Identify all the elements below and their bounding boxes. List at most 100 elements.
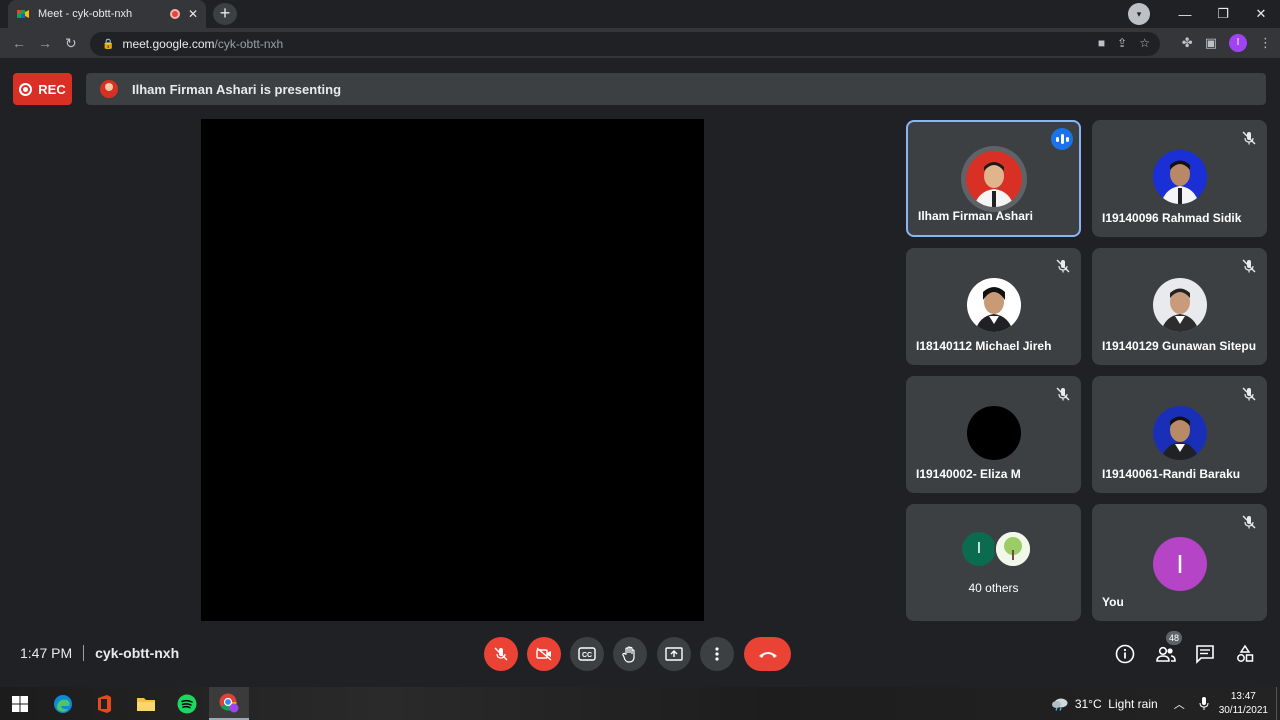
self-tile[interactable]: I You [1092, 504, 1267, 621]
close-window-button[interactable]: ✕ [1242, 6, 1280, 22]
windows-logo-icon [12, 695, 28, 712]
chat-icon [1196, 645, 1214, 664]
share-icon[interactable]: ⇪ [1117, 36, 1127, 50]
rec-label: REC [38, 81, 66, 97]
meeting-code: cyk-obtt-nxh [95, 645, 180, 661]
taskbar-file-explorer[interactable] [126, 687, 166, 720]
presenter-avatar [100, 80, 118, 98]
taskbar-edge[interactable] [43, 687, 83, 720]
presentation-view[interactable] [201, 119, 704, 621]
participant-name: I18140112 Michael Jireh [916, 339, 1052, 353]
camera-in-use-icon[interactable]: ■ [1098, 36, 1105, 50]
participant-tile[interactable]: I19140061-Randi Baraku [1092, 376, 1267, 493]
show-hidden-icons-icon[interactable]: ︿ [1174, 696, 1185, 712]
chrome-icon [219, 693, 239, 712]
minimize-button[interactable]: — [1166, 7, 1204, 22]
reload-icon[interactable]: ↻ [65, 35, 77, 52]
recording-badge: REC [13, 73, 72, 105]
taskbar-clock[interactable]: 13:47 30/11/2021 [1219, 690, 1268, 718]
people-icon [1156, 646, 1176, 662]
mic-toggle-button[interactable] [484, 637, 518, 671]
info-icon [1115, 644, 1135, 664]
hand-icon [622, 646, 635, 663]
window-controls: ▾ — ❐ ✕ [1128, 0, 1280, 28]
back-icon[interactable]: ← [12, 35, 26, 51]
mic-off-icon [1242, 259, 1256, 273]
leave-call-button[interactable] [744, 637, 791, 671]
folder-icon [137, 697, 155, 711]
address-bar[interactable]: 🔒 meet.google.com/cyk-obtt-nxh ■ ⇪ ☆ [90, 32, 1160, 56]
tab-search-icon[interactable]: ▾ [1128, 3, 1150, 25]
clock-date: 30/11/2021 [1218, 704, 1268, 716]
browser-tab-meet[interactable]: Meet - cyk-obtt-nxh ✕ [8, 0, 206, 28]
forward-icon[interactable]: → [38, 35, 52, 51]
participant-avatar [1152, 406, 1207, 460]
participant-name: Ilham Firman Ashari [918, 209, 1033, 223]
participant-avatar [966, 406, 1021, 460]
maximize-button[interactable]: ❐ [1204, 6, 1242, 22]
meeting-details-button[interactable] [1114, 643, 1136, 665]
other-participant-avatar: I [962, 532, 996, 566]
camera-toggle-button[interactable] [527, 637, 561, 671]
self-avatar: I [1153, 537, 1207, 591]
chat-button[interactable] [1194, 643, 1216, 665]
mic-off-icon [1242, 515, 1256, 529]
self-name: You [1102, 595, 1124, 609]
svg-text:CC: CC [582, 652, 592, 659]
participant-tile[interactable]: I19140002- Eliza M [906, 376, 1081, 493]
mic-off-icon [1056, 259, 1070, 273]
participant-avatar [1152, 278, 1207, 332]
omnibox-icons: ■ ⇪ ☆ [1098, 36, 1150, 50]
office-icon [98, 694, 111, 713]
toolbar-right: ✤ ▣ I ⋮ [1182, 34, 1272, 52]
raise-hand-button[interactable] [613, 637, 647, 671]
camera-off-icon [536, 647, 552, 661]
new-tab-button[interactable]: + [213, 3, 237, 25]
present-screen-button[interactable] [657, 637, 691, 671]
taskbar-spotify[interactable] [167, 687, 207, 720]
participant-name: I19140061-Randi Baraku [1102, 467, 1241, 481]
profile-avatar[interactable]: I [1229, 34, 1247, 52]
activities-shapes-icon [1237, 644, 1254, 662]
participant-tile[interactable]: Ilham Firman Ashari [906, 120, 1081, 237]
captions-icon: CC [578, 647, 596, 661]
clock-time: 13:47 [1230, 690, 1256, 702]
url-text: meet.google.com/cyk-obtt-nxh [122, 37, 284, 51]
participant-avatar [1152, 150, 1207, 204]
extensions-icon[interactable]: ✤ [1182, 35, 1193, 51]
captions-button[interactable]: CC [570, 637, 604, 671]
meeting-time: 1:47 PM [20, 645, 73, 661]
recording-indicator-icon [169, 9, 180, 19]
browser-tab-strip: Meet - cyk-obtt-nxh ✕ + ▾ — ❐ ✕ [0, 0, 1280, 28]
weather-text[interactable]: 31°C Light rain [1075, 697, 1158, 711]
participant-tile[interactable]: I19140129 Gunawan Sitepu [1092, 248, 1267, 365]
tab-close-icon[interactable]: ✕ [188, 7, 198, 21]
others-count-label: 40 others [968, 581, 1019, 595]
google-meet-favicon-icon [17, 10, 29, 18]
start-button[interactable] [0, 687, 40, 720]
menu-kebab-icon[interactable]: ⋮ [1259, 35, 1272, 51]
more-options-button[interactable] [700, 637, 734, 671]
activities-button[interactable] [1234, 643, 1256, 665]
participant-tile[interactable]: I19140096 Rahmad Sidik [1092, 120, 1267, 237]
participant-name: I19140096 Rahmad Sidik [1102, 211, 1242, 225]
microphone-in-use-icon[interactable] [1199, 696, 1209, 711]
lock-icon: 🔒 [102, 38, 115, 50]
show-desktop-button[interactable] [1276, 687, 1280, 720]
participant-name: I19140129 Gunawan Sitepu [1102, 339, 1257, 353]
edge-icon [54, 694, 72, 713]
mic-off-icon [1056, 387, 1070, 401]
bookmark-star-icon[interactable]: ☆ [1139, 36, 1150, 50]
participant-tile[interactable]: I18140112 Michael Jireh [906, 248, 1081, 365]
hang-up-icon [758, 652, 777, 658]
record-icon [19, 82, 33, 96]
side-panel-icon[interactable]: ▣ [1205, 35, 1217, 51]
taskbar-office[interactable] [84, 687, 124, 720]
others-tile[interactable]: I 40 others [906, 504, 1081, 621]
mic-off-icon [494, 647, 508, 661]
other-participant-avatar [994, 530, 1032, 568]
participant-avatar [966, 278, 1021, 332]
people-button[interactable] [1155, 643, 1177, 665]
taskbar-chrome[interactable] [209, 687, 249, 720]
weather-rain-icon [1051, 698, 1068, 711]
